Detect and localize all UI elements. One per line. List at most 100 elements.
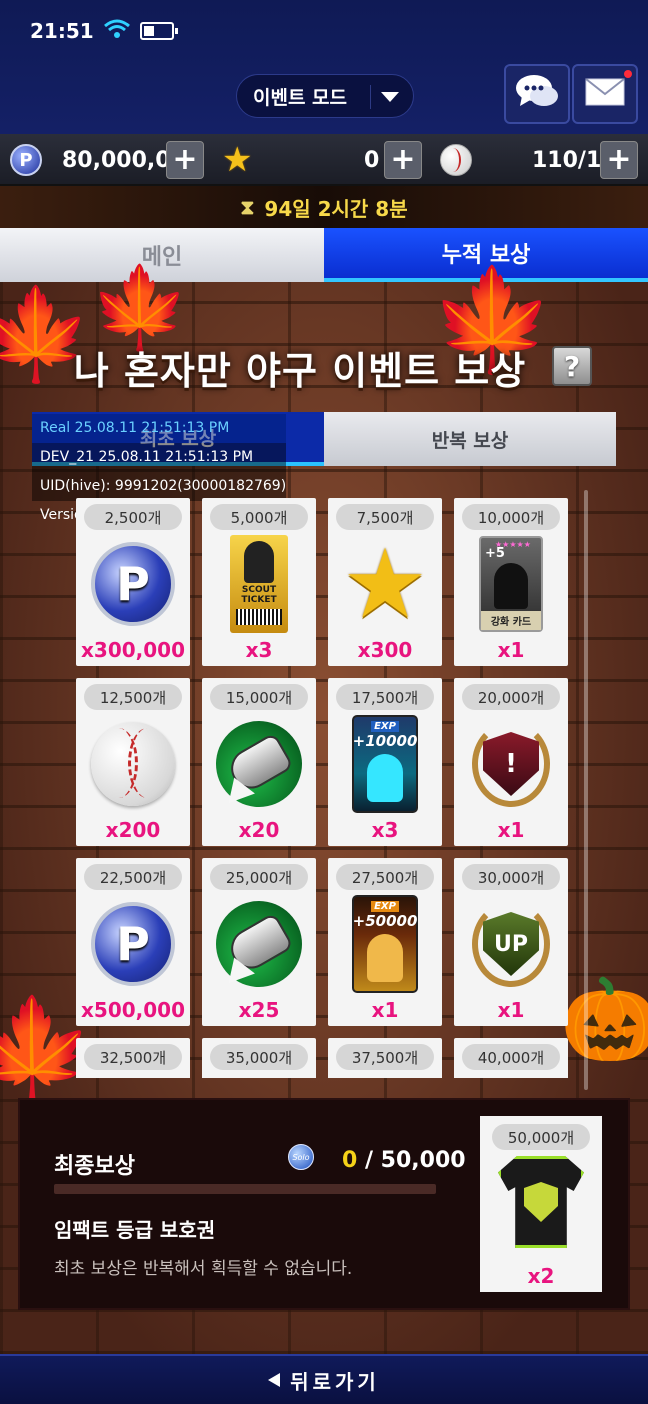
help-button[interactable]: ? <box>552 346 592 386</box>
whistle-icon <box>216 901 302 987</box>
silhouette <box>494 563 528 609</box>
chat-icon <box>514 72 560 116</box>
reward-grid: 2,500개 P x300,000 5,000개 SCOUT TICKET x3… <box>76 498 570 1078</box>
debug-real: Real 25.08.11 21:51:13 PM <box>32 414 286 443</box>
reward-card[interactable]: 35,000개 <box>202 1038 316 1078</box>
card-label: 강화 카드 <box>481 611 541 630</box>
enhance-card-icon: ★★★★★ +5 강화 카드 <box>479 536 543 632</box>
requirement-badge: 10,000개 <box>462 504 560 530</box>
final-reward-name: 임팩트 등급 보호권 <box>54 1218 216 1242</box>
emblem-icon: UP <box>472 901 550 987</box>
icon-slot: P <box>90 896 176 992</box>
p-coin-icon: P <box>91 902 175 986</box>
star-icon: ★ <box>341 528 429 640</box>
stars-value: 0 <box>364 148 380 173</box>
enhance-level: +5 <box>485 546 505 561</box>
reward-card[interactable]: 37,500개 <box>328 1038 442 1078</box>
divider <box>370 85 371 109</box>
currency-bar: P 80,000,000 + ★ 0 + 110/110 + <box>0 134 648 186</box>
p-coin-icon: P <box>10 144 42 176</box>
requirement-badge: 25,000개 <box>210 864 308 890</box>
final-reward-card[interactable]: 50,000개 x2 <box>480 1116 602 1292</box>
requirement-badge: 7,500개 <box>336 504 434 530</box>
stars-display: ★ <box>222 142 252 178</box>
reward-quantity: x2 <box>527 1264 555 1288</box>
balls-display <box>440 142 472 178</box>
mail-icon <box>585 78 625 110</box>
requirement-badge: 35,000개 <box>210 1044 308 1070</box>
reward-quantity: x1 <box>497 998 525 1022</box>
mode-label: 이벤트 모드 <box>252 86 347 109</box>
requirement-badge: 17,500개 <box>336 684 434 710</box>
notification-dot <box>624 70 632 78</box>
reward-card[interactable]: 12,500개 x200 <box>76 678 190 846</box>
whistle-icon <box>216 721 302 807</box>
icon-slot: ! <box>468 716 554 812</box>
icon-slot: EXP +10000 <box>342 715 428 813</box>
final-progress-bar <box>54 1184 436 1194</box>
requirement-badge: 12,500개 <box>84 684 182 710</box>
requirement-badge: 50,000개 <box>492 1124 590 1150</box>
chevron-down-icon <box>381 92 399 102</box>
icon-slot: ★ <box>342 536 428 632</box>
pumpkin-icon: 🎃 <box>560 973 648 1066</box>
back-label: 뒤로가기 <box>290 1369 380 1394</box>
icon-slot: UP <box>468 896 554 992</box>
reward-quantity: x500,000 <box>81 998 185 1022</box>
icon-slot <box>216 716 302 812</box>
reward-card[interactable]: 27,500개 EXP +50000 x1 <box>328 858 442 1026</box>
hourglass-icon: ⧗ <box>240 195 255 219</box>
icon-slot: P <box>90 536 176 632</box>
exp-amount: +10000 <box>352 732 418 750</box>
requirement-badge: 32,500개 <box>84 1044 182 1070</box>
reward-card[interactable]: 40,000개 <box>454 1038 568 1078</box>
progress-current: 0 <box>342 1148 358 1173</box>
add-balls-button[interactable]: + <box>600 141 638 179</box>
reward-card[interactable]: 32,500개 <box>76 1038 190 1078</box>
scout-ticket-icon: SCOUT TICKET <box>230 535 288 633</box>
back-arrow-icon <box>268 1373 281 1387</box>
reward-card[interactable]: 30,000개 UP x1 <box>454 858 568 1026</box>
add-stars-button[interactable]: + <box>384 141 422 179</box>
reward-quantity: x20 <box>238 818 280 842</box>
back-button[interactable]: 뒤로가기 <box>0 1354 648 1404</box>
reward-card[interactable]: 5,000개 SCOUT TICKET x3 <box>202 498 316 666</box>
reward-quantity: x1 <box>497 638 525 662</box>
reward-quantity: x25 <box>238 998 280 1022</box>
reward-quantity: x1 <box>371 998 399 1022</box>
mail-button[interactable] <box>572 64 638 124</box>
tab-repeat-reward[interactable]: 반복 보상 <box>324 412 616 466</box>
reward-card[interactable]: 20,000개 ! x1 <box>454 678 568 846</box>
silhouette <box>244 541 274 583</box>
wifi-icon <box>103 19 130 44</box>
jersey-trim <box>498 1156 584 1248</box>
icon-slot: ★★★★★ +5 강화 카드 <box>468 536 554 632</box>
grid-scrollbar[interactable] <box>584 490 588 1090</box>
status-bar: 21:51 <box>30 18 178 44</box>
reward-card[interactable]: 10,000개 ★★★★★ +5 강화 카드 x1 <box>454 498 568 666</box>
requirement-badge: 5,000개 <box>210 504 308 530</box>
reward-card[interactable]: 25,000개 x25 <box>202 858 316 1026</box>
maple-leaf-icon: 🍁 <box>90 261 190 354</box>
figure <box>367 754 403 802</box>
exp-card-icon: EXP +10000 <box>352 715 418 813</box>
requirement-badge: 30,000개 <box>462 864 560 890</box>
baseball-icon <box>440 144 472 176</box>
reward-card[interactable]: 17,500개 EXP +10000 x3 <box>328 678 442 846</box>
requirement-badge: 40,000개 <box>462 1044 560 1070</box>
reward-card[interactable]: 7,500개 ★ x300 <box>328 498 442 666</box>
icon-slot: EXP +50000 <box>342 895 428 993</box>
final-reward-title: 최종보상 <box>54 1154 135 1179</box>
progress-total: / 50,000 <box>357 1148 466 1173</box>
star-icon: ★ <box>222 140 253 180</box>
reward-quantity: x200 <box>105 818 161 842</box>
add-points-button[interactable]: + <box>166 141 204 179</box>
reward-card[interactable]: 22,500개 P x500,000 <box>76 858 190 1026</box>
reward-card[interactable]: 2,500개 P x300,000 <box>76 498 190 666</box>
requirement-badge: 2,500개 <box>84 504 182 530</box>
top-bar: 21:51 이벤트 모드 <box>0 0 648 134</box>
chat-button[interactable] <box>504 64 570 124</box>
reward-card[interactable]: 15,000개 x20 <box>202 678 316 846</box>
mode-dropdown[interactable]: 이벤트 모드 <box>236 74 414 118</box>
ticket-text: SCOUT TICKET <box>241 585 277 605</box>
